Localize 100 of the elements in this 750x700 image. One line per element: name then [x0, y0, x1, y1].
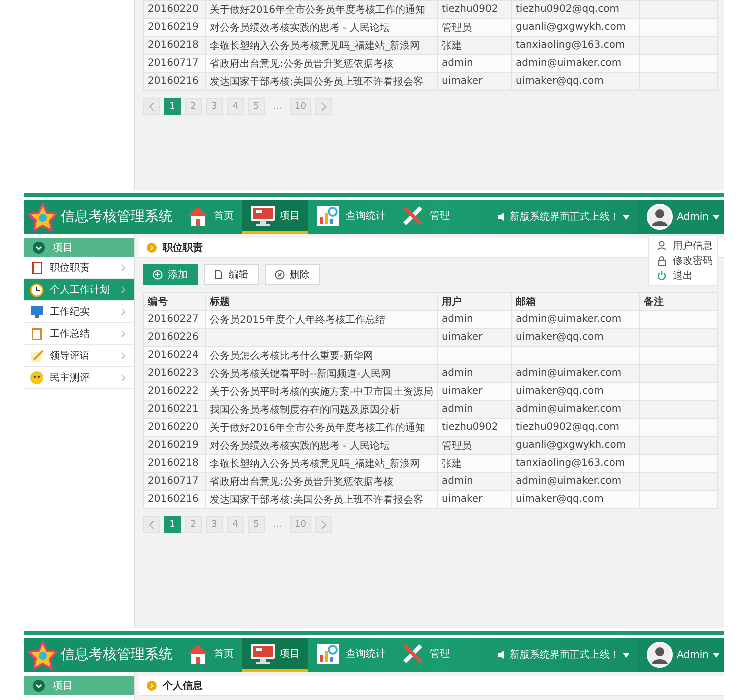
sidebar-item[interactable]: 个人工作计划: [24, 279, 134, 301]
table-cell: 发达国家干部考核:美国公务员上班不许看报会客: [206, 72, 438, 90]
table-cell: 公务员2015年度个人年终考核工作总结: [206, 310, 438, 328]
sidebar-item[interactable]: 工作纪实: [24, 301, 134, 323]
nav-tab[interactable]: 项目: [242, 200, 308, 234]
toolbar-button[interactable]: 删除: [265, 264, 320, 285]
column-header: 备注: [640, 292, 718, 310]
toolbar-button[interactable]: 添加: [143, 264, 198, 285]
table-cell: admin@uimaker.com: [512, 400, 640, 418]
table-cell: uimaker: [438, 490, 512, 508]
page-button[interactable]: 4: [227, 516, 244, 533]
next-page-button[interactable]: [315, 98, 332, 115]
page-button[interactable]: …: [269, 516, 286, 533]
page-button[interactable]: 2: [185, 98, 202, 115]
menu-item[interactable]: 修改密码: [649, 253, 717, 268]
menu-item[interactable]: 退出: [649, 268, 717, 283]
monitor-icon: [30, 304, 44, 318]
page-button[interactable]: 5: [248, 98, 265, 115]
table-cell: tanxiaoling@163.com: [512, 36, 640, 54]
nav-tab[interactable]: 首页: [178, 200, 242, 234]
page-button[interactable]: 5: [248, 516, 265, 533]
nav-tab[interactable]: 项目: [242, 638, 308, 672]
sidebar-item[interactable]: 民主测评: [24, 367, 134, 389]
lock-icon: [657, 256, 667, 266]
menu-item[interactable]: 用户信息: [649, 238, 717, 253]
table-cell: 20160226: [144, 328, 206, 346]
chevron-icon: [121, 308, 126, 316]
book-icon: [30, 260, 44, 274]
table-cell: 管理员: [438, 436, 512, 454]
table-cell: 20160222: [144, 382, 206, 400]
nav-tab[interactable]: 首页: [178, 638, 242, 672]
chevron-right-icon: [320, 520, 327, 528]
table-cell: 我国公务员考核制度存在的问题及原因分析: [206, 400, 438, 418]
close-icon: [275, 270, 285, 280]
page-button[interactable]: 10: [290, 98, 312, 115]
nav-tab[interactable]: 查询统计: [308, 200, 394, 234]
page-button[interactable]: 1: [164, 98, 181, 115]
table-cell: 省政府出台意见:公务员晋升奖惩依据考核: [206, 472, 438, 490]
page-button[interactable]: 3: [206, 516, 223, 533]
table-cell: tiezhu0902@qq.com: [512, 0, 640, 18]
avatar-icon: [647, 642, 674, 668]
previous-page-button[interactable]: [143, 98, 160, 115]
house-icon: [186, 642, 210, 664]
nav-tab[interactable]: 管理: [394, 200, 458, 234]
nav-tab[interactable]: 管理: [394, 638, 458, 672]
breadcrumb-title: 职位职责: [163, 242, 203, 254]
sidebar-item[interactable]: 领导评语: [24, 345, 134, 367]
table-cell: 张建: [438, 454, 512, 472]
table-cell: 20160218: [144, 36, 206, 54]
person-icon: [657, 240, 667, 250]
caret-icon: [713, 214, 720, 220]
table-cell: 20160219: [144, 18, 206, 36]
table-cell: 20160220: [144, 418, 206, 436]
table-cell: 20160218: [144, 454, 206, 472]
page-button[interactable]: …: [269, 98, 286, 115]
star-logo-icon: [28, 203, 58, 231]
user-name[interactable]: Admin: [677, 650, 709, 660]
table-cell: 公务员怎么考核比考什么重要-新华网: [206, 346, 438, 364]
column-header: 标题: [206, 292, 438, 310]
table-cell: 20160216: [144, 72, 206, 90]
table-cell: 发达国家干部考核:美国公务员上班不许看报会客: [206, 490, 438, 508]
column-header: 编号: [144, 292, 206, 310]
chevron-left-icon: [148, 520, 154, 528]
table-cell: tiezhu0902@qq.com: [512, 418, 640, 436]
house-icon: [186, 204, 210, 226]
add-icon: [153, 270, 163, 280]
nav-tab[interactable]: 查询统计: [308, 638, 394, 672]
page-button[interactable]: 10: [290, 516, 312, 533]
table-cell: 20160216: [144, 490, 206, 508]
table-cell: 省政府出台意见:公务员晋升奖惩依据考核: [206, 54, 438, 72]
table-cell: admin: [438, 364, 512, 382]
toolbar-button[interactable]: 编辑: [204, 264, 259, 285]
table-cell: 对公务员绩效考核实践的思考 - 人民论坛: [206, 18, 438, 36]
page-button[interactable]: 1: [164, 516, 181, 533]
sidebar-item[interactable]: 工作总结: [24, 323, 134, 345]
table-cell: admin@uimaker.com: [512, 364, 640, 382]
previous-page-button[interactable]: [143, 516, 160, 533]
column-header: 邮箱: [512, 292, 640, 310]
user-name[interactable]: Admin: [677, 212, 709, 222]
sidebar-heading: 项目: [53, 242, 73, 254]
table-cell: 公务员考核关键看平时--新闻频道-人民网: [206, 364, 438, 382]
table-cell: uimaker@qq.com: [512, 490, 640, 508]
table-cell: 20160227: [144, 310, 206, 328]
page-button[interactable]: 3: [206, 98, 223, 115]
clipboard-icon: [30, 326, 44, 340]
breadcrumb-title: 个人信息: [163, 680, 203, 692]
page-button[interactable]: 2: [185, 516, 202, 533]
avatar-icon: [647, 204, 674, 230]
chevron-icon: [121, 330, 126, 338]
page-button[interactable]: 4: [227, 98, 244, 115]
table-cell: admin: [438, 310, 512, 328]
table-cell: admin: [438, 400, 512, 418]
expand-icon: [33, 242, 45, 254]
expand-icon: [33, 680, 45, 692]
table-cell: 对公务员绩效考核实践的思考 - 人民论坛: [206, 436, 438, 454]
chevron-icon: [121, 374, 126, 382]
table-cell: 张建: [438, 36, 512, 54]
next-page-button[interactable]: [315, 516, 332, 533]
notice-text: 新版系统界面正式上线！: [510, 210, 620, 224]
chevron-left-icon: [148, 102, 154, 110]
